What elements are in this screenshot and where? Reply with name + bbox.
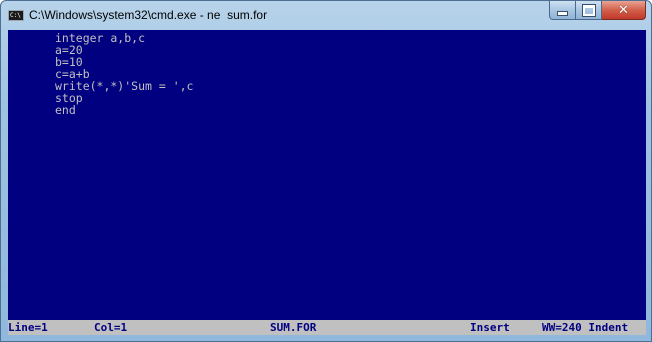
minimize-button[interactable] bbox=[549, 1, 576, 20]
status-mode: Insert bbox=[470, 321, 510, 334]
minimize-icon bbox=[557, 11, 568, 16]
close-button[interactable]: ✕ bbox=[602, 1, 646, 20]
status-wordwrap: WW=240 Indent bbox=[542, 321, 629, 334]
editor-area[interactable]: integer a,b,c a=20 b=10 c=a+b write(*,*)'Sum… bbox=[8, 30, 646, 335]
title-bar[interactable]: C:\ C:\Windows\system32\cmd.exe - ne sum… bbox=[1, 1, 651, 29]
console-app-icon[interactable]: C:\ bbox=[8, 10, 24, 21]
caption-buttons: ✕ bbox=[549, 1, 646, 21]
code-text[interactable]: integer a,b,c a=20 b=10 c=a+b write(*,*)'Sum… bbox=[55, 32, 193, 116]
status-filename: SUM.FOR bbox=[270, 321, 317, 334]
status-bar: Line=1 Col=1 SUM.FOR Insert WW=240 Inden… bbox=[8, 320, 646, 335]
maximize-button[interactable] bbox=[576, 1, 602, 20]
console-window: C:\ C:\Windows\system32\cmd.exe - ne sum… bbox=[0, 0, 652, 342]
close-icon: ✕ bbox=[618, 2, 629, 18]
status-line: Line=1 bbox=[8, 321, 48, 334]
code-line[interactable]: end bbox=[55, 104, 193, 116]
status-column: Col=1 bbox=[94, 321, 128, 334]
window-title: C:\Windows\system32\cmd.exe - ne sum.for bbox=[29, 8, 268, 22]
maximize-icon bbox=[581, 3, 596, 17]
